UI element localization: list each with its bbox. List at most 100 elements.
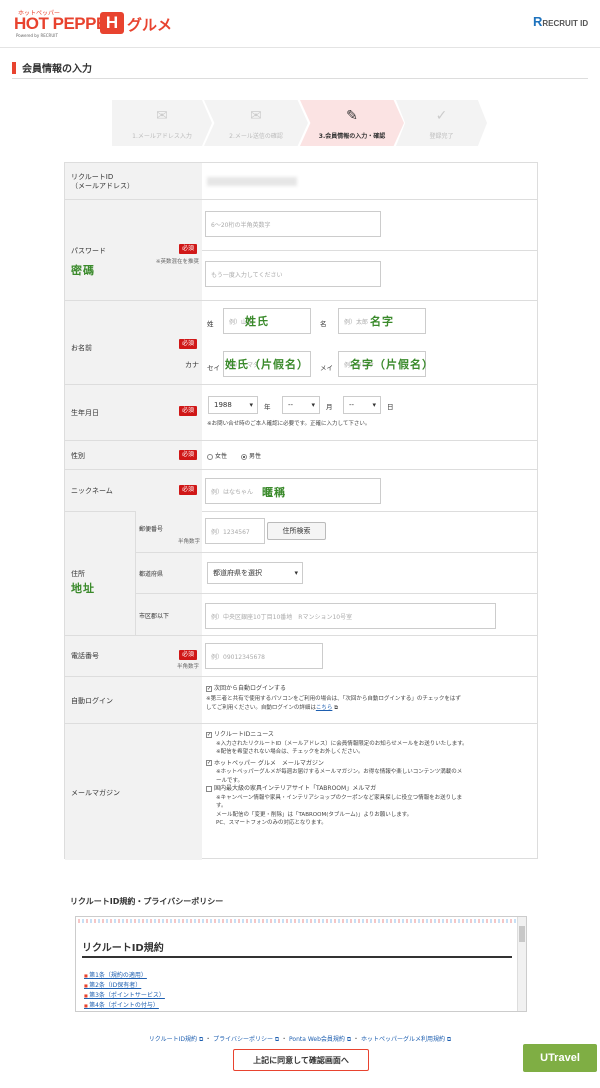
- mail-opt3-note2: す。: [216, 803, 227, 809]
- label-gender: 性別 必須: [65, 441, 202, 469]
- check-icon: ✓: [435, 108, 448, 124]
- link-hotpepper-terms[interactable]: ホットペッパーグルメ利用規約: [361, 1036, 445, 1043]
- recruit-id-text: RECRUIT ID: [542, 19, 589, 28]
- address-divider: [202, 552, 537, 553]
- row-phone: 電話番号 必須 半角数字 例）09012345678: [65, 635, 537, 676]
- mail-opt3-label: 国内最大級の家具インテリアサイト「TABROOM」メルマガ: [214, 785, 377, 792]
- row-nickname: ニックネーム 必須 例）はなちゃん 暱稱: [65, 469, 537, 511]
- year-select[interactable]: 1988 ▾: [208, 396, 258, 414]
- row-password: パスワード 必須 ※英数混在を推奨 密碼 6～20桁の半角英数字 もう一度入力し…: [65, 199, 537, 301]
- address-overlay: 地址: [71, 582, 95, 595]
- password-overlay: 密碼: [71, 264, 95, 277]
- month-unit: 月: [326, 403, 333, 411]
- auto-login-detail-link[interactable]: こちら: [316, 705, 333, 711]
- recruit-id-sublabel: （メールアドレス）: [71, 182, 134, 190]
- policy-scroll-box[interactable]: リクルートID規約 第1条（規約の適用） 第2条（ID保有者） 第3条（ポイント…: [75, 916, 527, 1012]
- member-form: リクルートID （メールアドレス） パスワード 必須 ※英数混在を推奨 密碼 6…: [64, 162, 538, 860]
- required-badge: 必須: [179, 244, 197, 254]
- nickname-overlay: 暱稱: [262, 486, 286, 499]
- policy-item[interactable]: 第1条（規約の適用）: [84, 970, 147, 979]
- policy-item[interactable]: 第2条（ID保有者）: [84, 980, 141, 989]
- city-label: 市区郡以下: [139, 613, 170, 620]
- link-ponta[interactable]: Ponta Web会員規約: [289, 1036, 345, 1043]
- password-confirm-input[interactable]: もう一度入力してください: [205, 261, 381, 287]
- male-radio[interactable]: [241, 453, 247, 460]
- logo-gurume: グルメ: [127, 16, 173, 34]
- policy-item[interactable]: 第3条（ポイントサービス）: [84, 990, 165, 999]
- mail-opt2-note2: ールです。: [216, 777, 243, 784]
- policy-stripe: [78, 919, 518, 923]
- prefecture-value: 都道府県を選択: [213, 569, 262, 577]
- mail-opt3-note3: メール配信の「変更・削除」は「TABROOM(タブルーム)」よりお願いします。: [216, 811, 413, 818]
- scrollbar-thumb[interactable]: [519, 926, 525, 942]
- link-recruit-terms[interactable]: リクルートID規約: [149, 1036, 197, 1043]
- policy-heading: リクルートID規約: [82, 943, 164, 954]
- female-radio[interactable]: [207, 453, 213, 460]
- label-mail-magazine: メールマガジン: [65, 724, 202, 860]
- envelope-icon: ✉: [156, 108, 168, 124]
- recruit-id-value-blurred: [207, 177, 297, 186]
- mail-opt1[interactable]: ✓ リクルートIDニュース: [206, 731, 536, 740]
- day-select[interactable]: -- ▾: [343, 396, 381, 414]
- required-badge: 必須: [179, 450, 197, 460]
- row-address: 住所 地址 郵便番号 半角数字 都道府県 市区郡以下 例）1234567 住所検…: [65, 511, 537, 636]
- label-nickname: ニックネーム 必須: [65, 470, 202, 511]
- step-3-label: 3.会員情報の入力・確認: [318, 133, 386, 140]
- mail-opt2-label: ホットペッパー グルメ メールマガジン: [214, 759, 324, 767]
- auto-login-check-label: 次回から自動ログインする: [214, 685, 287, 692]
- row-mail-magazine: メールマガジン ✓ リクルートIDニュース ※入力されたリクルートID（メールアド…: [65, 723, 537, 860]
- auto-login-checkbox[interactable]: ✓: [206, 685, 212, 692]
- step-2-label: 2.メール送信の確認: [229, 133, 283, 140]
- policy-scrollbar[interactable]: [517, 917, 526, 1011]
- birthday-label: 生年月日: [71, 409, 99, 417]
- auto-login-option[interactable]: ✓ 次回から自動ログインする: [206, 685, 286, 694]
- city-input[interactable]: 例）中央区銀座10丁目10番地 Rマンション10号室: [205, 603, 496, 629]
- step-3: ✎ 3.会員情報の入力・確認: [300, 100, 404, 146]
- chevron-down-icon: ▾: [311, 401, 315, 409]
- agree-confirm-button[interactable]: 上記に同意して確認画面へ: [233, 1049, 369, 1071]
- step-1-label: 1.メールアドレス入力: [132, 133, 192, 140]
- mail-opt2[interactable]: ✓ ホットペッパー グルメ メールマガジン: [206, 760, 536, 769]
- link-privacy[interactable]: プライバシーポリシー: [213, 1036, 273, 1043]
- city-label-cell: 市区郡以下: [135, 593, 202, 636]
- zip-input[interactable]: 例）1234567: [205, 518, 265, 544]
- female-label: 女性: [215, 453, 228, 460]
- policy-item[interactable]: 第4条（ポイントの付与）: [84, 1000, 159, 1009]
- prefecture-select[interactable]: 都道府県を選択 ▾: [207, 562, 303, 584]
- recruit-r-icon: R: [533, 14, 543, 29]
- footer-links: リクルートID規約 ⧉ ・ プライバシーポリシー ⧉ ・ Ponta Web会員…: [148, 1036, 452, 1043]
- step-2: ✉ 2.メール送信の確認: [204, 100, 308, 146]
- sei-label: 姓: [207, 320, 214, 328]
- nickname-input[interactable]: 例）はなちゃん: [205, 478, 381, 504]
- address-label: 住所: [71, 570, 85, 578]
- mail-opt1-checkbox[interactable]: ✓: [206, 731, 212, 738]
- mail-magazine-label: メールマガジン: [71, 789, 120, 797]
- month-select[interactable]: -- ▾: [282, 396, 320, 414]
- logo-h-icon: H: [100, 12, 124, 34]
- gender-male-option[interactable]: 男性: [241, 451, 261, 460]
- policy-heading-rule: [82, 956, 512, 958]
- password-input[interactable]: 6～20桁の半角英数字: [205, 211, 381, 237]
- mail-opt3-checkbox[interactable]: [206, 785, 212, 792]
- zip-note: 半角数字: [177, 539, 200, 545]
- label-address: 住所 地址: [65, 512, 135, 635]
- mei-overlay: 名字: [370, 315, 394, 328]
- address-search-button[interactable]: 住所検索: [267, 522, 326, 540]
- step-4: ✓ 登録完了: [396, 100, 487, 146]
- gender-female-option[interactable]: 女性: [207, 451, 227, 460]
- gender-label: 性別: [71, 452, 85, 460]
- address-divider: [202, 593, 537, 594]
- required-badge: 必須: [179, 650, 197, 660]
- mail-opt2-checkbox[interactable]: ✓: [206, 760, 212, 766]
- sei-kana-overlay: 姓氏（片假名）: [225, 358, 309, 371]
- mei-kana-label: メイ: [320, 364, 333, 372]
- mei-label: 名: [320, 320, 327, 328]
- phone-input[interactable]: 例）09012345678: [205, 643, 323, 669]
- mail-opt3[interactable]: 国内最大級の家具インテリアサイト「TABROOM」メルマガ: [206, 785, 536, 794]
- auto-login-note: ※第三者と共有で使用するパソコンをご利用の場合は、「次回から自動ログインする」の…: [206, 695, 536, 712]
- title-divider: [12, 78, 588, 79]
- step-1: ✉ 1.メールアドレス入力: [112, 100, 212, 146]
- pencil-icon: ✎: [346, 108, 358, 124]
- mail-opt3-note1: ※キャンペーン情報や家具・インテリアショップのクーポンなど家具探しに役立つ情報を…: [216, 794, 463, 801]
- auto-login-label: 自動ログイン: [71, 697, 113, 705]
